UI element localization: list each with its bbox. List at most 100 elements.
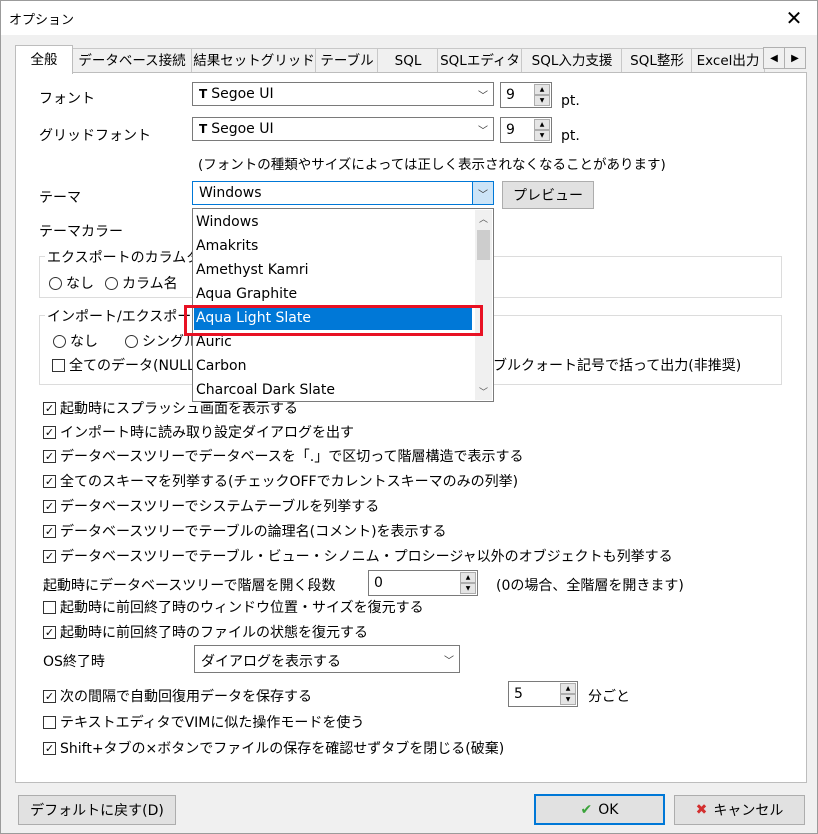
close-tab-label: Shift+タブの×ボタンでファイルの保存を確認せずタブを閉じる(破棄) <box>60 741 505 757</box>
restore-files-checkbox[interactable]: ✓ 起動時に前回終了時のファイルの状態を復元する <box>43 622 368 642</box>
restore-window-checkbox[interactable]: 起動時に前回終了時のウィンドウ位置・サイズを復元する <box>43 597 424 617</box>
os-exit-select-value: ダイアログを表示する <box>201 654 341 670</box>
reset-defaults-button[interactable]: デフォルトに戻す(D) <box>18 795 176 825</box>
other-objects-checkbox[interactable]: ✓ データベースツリーでテーブル・ビュー・シノニム・プロシージャ以外のオブジェクト… <box>43 546 673 566</box>
check-icon: ✓ <box>43 524 56 538</box>
export-radio-column-name[interactable]: カラム名 <box>105 273 178 293</box>
cancel-button-label: キャンセル <box>713 803 784 819</box>
radio-icon <box>105 276 118 290</box>
autosave-interval-value: 5 <box>514 686 523 702</box>
check-icon: ✓ <box>43 625 56 639</box>
spin-down-icon[interactable]: ▼ <box>460 583 476 594</box>
ok-button[interactable]: ✔ OK <box>534 794 665 825</box>
tab-sql-format[interactable]: SQL整形 <box>621 48 693 73</box>
cancel-button[interactable]: ✖ キャンセル <box>674 795 805 825</box>
check-icon: ✓ <box>43 401 56 415</box>
grid-font-size-stepper[interactable]: 9 ▲ ▼ <box>500 117 552 143</box>
theme-option-amethyst-kamri[interactable]: Amethyst Kamri <box>194 258 472 282</box>
tab-sql-assist[interactable]: SQL入力支援 <box>521 48 623 73</box>
all-data-label: 全てのデータ(NULLI <box>69 358 199 374</box>
truetype-icon: T <box>199 122 208 136</box>
scrollbar-thumb[interactable] <box>477 230 490 260</box>
spin-down-icon[interactable]: ▼ <box>560 694 576 705</box>
tab-general[interactable]: 全般 <box>15 45 73 74</box>
export-radio-none[interactable]: なし <box>49 273 94 293</box>
font-note: (フォントの種類やサイズによっては正しく表示されなくなることがあります) <box>198 157 666 173</box>
options-dialog: オプション ✕ 全般 データベース接続 結果セットグリッド テーブル SQL S… <box>0 0 818 834</box>
grid-font-label: グリッドフォント <box>39 128 151 144</box>
system-tables-checkbox[interactable]: ✓ データベースツリーでシステムテーブルを列挙する <box>43 496 379 516</box>
grid-font-size-value: 9 <box>506 122 515 138</box>
autosave-interval-stepper[interactable]: 5 ▲ ▼ <box>508 681 578 707</box>
grid-font-select-value: Segoe UI <box>211 121 274 137</box>
import-group-title: インポート/エクスポー <box>45 306 194 326</box>
tab-excel-output[interactable]: Excel出力 <box>691 48 765 73</box>
autosave-checkbox[interactable]: ✓ 次の間隔で自動回復用データを保存する <box>43 686 312 706</box>
font-size-value: 9 <box>506 87 515 103</box>
theme-select-value: Windows <box>199 185 262 201</box>
vim-mode-label: テキストエディタでVIMに似た操作モードを使う <box>60 715 365 731</box>
spin-up-icon[interactable]: ▲ <box>460 572 476 583</box>
theme-option-aqua-graphite[interactable]: Aqua Graphite <box>194 282 472 306</box>
tab-table[interactable]: テーブル <box>315 48 379 73</box>
tree-depth-note: (0の場合、全階層を開きます) <box>496 578 684 594</box>
preview-button[interactable]: プレビュー <box>502 181 594 209</box>
tab-database-connection[interactable]: データベース接続 <box>71 48 193 73</box>
font-size-unit: pt. <box>561 93 580 109</box>
font-select[interactable]: T Segoe UI ﹀ <box>192 82 494 106</box>
db-tree-hierarchy-checkbox[interactable]: ✓ データベースツリーでデータベースを「.」で区切って階層構造で表示する <box>43 446 524 466</box>
truetype-icon: T <box>199 87 208 101</box>
theme-option-charcoal-dark-slate[interactable]: Charcoal Dark Slate <box>194 378 472 401</box>
grid-font-select[interactable]: T Segoe UI ﹀ <box>192 117 494 141</box>
all-data-checkbox[interactable]: 全てのデータ(NULLI <box>52 355 199 375</box>
check-icon: ✓ <box>43 425 56 439</box>
export-group-title: エクスポートのカラムタイ <box>45 247 217 267</box>
tree-depth-value: 0 <box>374 575 383 591</box>
check-icon: ✓ <box>43 449 56 463</box>
chevron-down-icon: ﹀ <box>478 125 488 137</box>
os-exit-select[interactable]: ダイアログを表示する ﹀ <box>194 645 460 673</box>
radio-icon <box>49 276 62 290</box>
tab-scroll-left-icon[interactable]: ◀ <box>763 47 785 69</box>
db-tree-hierarchy-label: データベースツリーでデータベースを「.」で区切って階層構造で表示する <box>60 449 524 465</box>
spin-down-icon[interactable]: ▼ <box>534 130 550 141</box>
font-size-stepper[interactable]: 9 ▲ ▼ <box>500 82 552 108</box>
checkbox-icon <box>43 600 56 614</box>
close-icon[interactable]: ✕ <box>771 1 817 35</box>
theme-option-windows[interactable]: Windows <box>194 210 472 234</box>
tab-sql[interactable]: SQL <box>377 48 439 73</box>
theme-label: テーマ <box>39 190 81 206</box>
export-radio-column-name-label: カラム名 <box>122 276 178 292</box>
radio-icon <box>53 334 66 348</box>
theme-select[interactable]: Windows ﹀ <box>192 181 494 205</box>
system-tables-label: データベースツリーでシステムテーブルを列挙する <box>60 499 380 515</box>
restore-window-label: 起動時に前回終了時のウィンドウ位置・サイズを復元する <box>60 600 424 616</box>
check-icon: ✔ <box>580 801 593 818</box>
spin-up-icon[interactable]: ▲ <box>560 683 576 694</box>
theme-option-amakrits[interactable]: Amakrits <box>194 234 472 258</box>
chevron-up-icon[interactable]: ︿ <box>475 210 492 227</box>
check-icon: ✓ <box>43 499 56 513</box>
logical-name-checkbox[interactable]: ✓ データベースツリーでテーブルの論理名(コメント)を表示する <box>43 521 447 541</box>
check-icon: ✓ <box>43 474 56 488</box>
import-dialog-checkbox[interactable]: ✓ インポート時に読み取り設定ダイアログを出す <box>43 422 354 442</box>
tab-result-grid[interactable]: 結果セットグリッド <box>191 48 317 73</box>
chevron-down-icon[interactable]: ﹀ <box>475 383 492 400</box>
tab-scroll-right-icon[interactable]: ▶ <box>784 47 806 69</box>
tree-depth-label: 起動時にデータベースツリーで階層を開く段数 <box>43 578 336 594</box>
close-tab-checkbox[interactable]: ✓ Shift+タブの×ボタンでファイルの保存を確認せずタブを閉じる(破棄) <box>43 738 504 758</box>
import-radio-none[interactable]: なし <box>53 331 98 351</box>
spin-up-icon[interactable]: ▲ <box>534 119 550 130</box>
double-quote-label: ダブルクォート記号で括って出力(非推奨) <box>479 358 742 374</box>
vim-mode-checkbox[interactable]: テキストエディタでVIMに似た操作モードを使う <box>43 712 364 732</box>
autosave-unit: 分ごと <box>588 689 630 705</box>
chevron-down-icon[interactable]: ﹀ <box>472 182 493 204</box>
tree-depth-stepper[interactable]: 0 ▲ ▼ <box>368 570 478 596</box>
spin-down-icon[interactable]: ▼ <box>534 95 550 106</box>
theme-option-carbon[interactable]: Carbon <box>194 354 472 378</box>
tab-sql-editor[interactable]: SQLエディタ <box>437 48 523 73</box>
check-icon: ✓ <box>43 741 56 755</box>
checkbox-icon <box>43 715 56 729</box>
spin-up-icon[interactable]: ▲ <box>534 84 550 95</box>
all-schemas-checkbox[interactable]: ✓ 全てのスキーマを列挙する(チェックOFFでカレントスキーマのみの列挙) <box>43 471 518 491</box>
